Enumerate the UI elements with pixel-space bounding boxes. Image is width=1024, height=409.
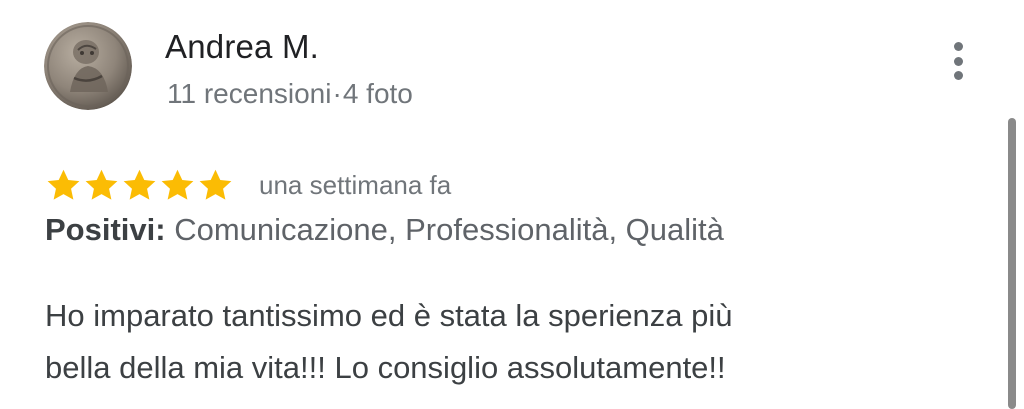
star-rating (45, 167, 234, 204)
review-date: una settimana fa (259, 169, 452, 200)
reviews-count: 11 recensioni (167, 78, 332, 109)
positives-value: Comunicazione, Professionalità, Qualità (174, 212, 724, 247)
avatar[interactable] (44, 22, 132, 110)
scrollbar[interactable] (1008, 118, 1016, 409)
review-text-line: Ho imparato tantissimo ed è stata la spe… (45, 298, 733, 333)
review-text: Ho imparato tantissimo ed è stata la spe… (45, 290, 945, 394)
star-icon (85, 169, 118, 200)
positives-label: Positivi: (45, 212, 166, 247)
more-options-button[interactable] (943, 38, 973, 84)
avatar-image (44, 22, 132, 110)
positives-line: Positivi: Comunicazione, Professionalità… (45, 212, 724, 248)
more-vert-icon-dot (953, 71, 963, 80)
star-icon (47, 169, 80, 200)
star-icon (199, 169, 232, 200)
photos-count: 4 foto (342, 78, 413, 109)
review-text-line: bella della mia vita!!! Lo consiglio ass… (45, 350, 726, 385)
star-icon (123, 169, 156, 200)
more-vert-icon (953, 42, 963, 51)
star-icon (161, 169, 194, 200)
author-meta[interactable]: 11 recensioni·4 foto (167, 78, 413, 110)
rating-row: una settimana fa (45, 164, 451, 206)
author-name[interactable]: Andrea M. (165, 28, 319, 66)
meta-separator: · (332, 78, 342, 109)
more-vert-icon-dot (953, 56, 963, 66)
review-card: Andrea M. 11 recensioni·4 foto una setti… (0, 0, 1024, 409)
